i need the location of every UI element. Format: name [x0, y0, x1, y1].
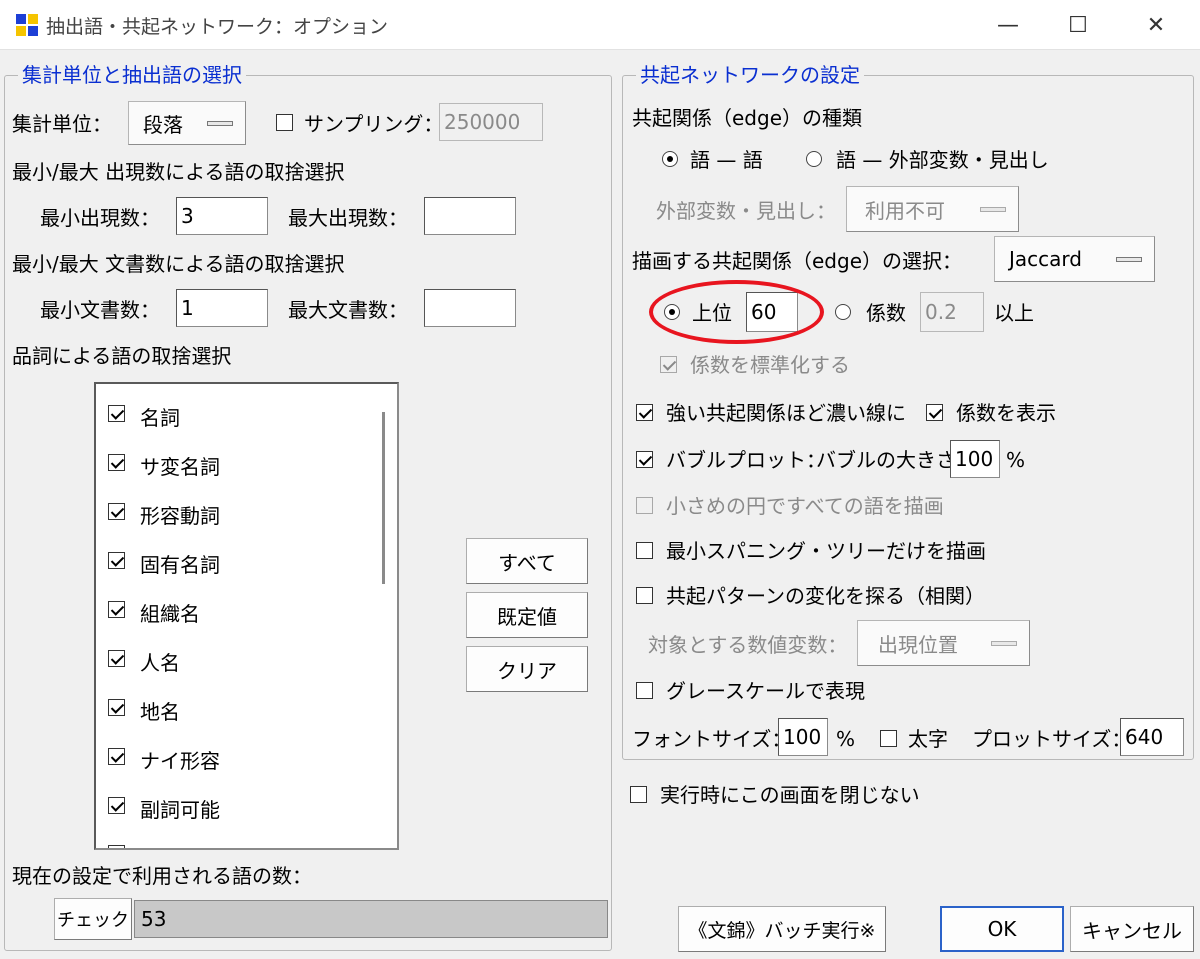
target-var-label: 対象とする数値変数： [648, 633, 848, 657]
edge-select-menu-button[interactable]: Jaccard [994, 236, 1155, 282]
pos-checkbox[interactable] [108, 748, 125, 765]
unit-value: 段落 [143, 112, 183, 137]
bubble-size-input[interactable] [950, 440, 1000, 478]
bubble-size-unit: % [1006, 448, 1026, 472]
max-doc-input[interactable] [424, 289, 516, 327]
max-doc-label: 最大文書数： [288, 298, 408, 322]
close-icon[interactable]: ✕ [1124, 0, 1188, 50]
app-icon [16, 14, 38, 36]
bubble-size-label: バブルの大きさ [816, 448, 956, 472]
bold-checkbox[interactable] [880, 730, 897, 747]
menu-indicator-icon [207, 121, 233, 126]
right-group-title: 共起ネットワークの設定 [636, 63, 864, 87]
edge-select-label: 描画する共起関係（edge）の選択： [632, 249, 962, 273]
check-button[interactable]: チェック [54, 898, 132, 940]
ok-button[interactable]: OK [940, 906, 1064, 952]
target-var-menu-button[interactable]: 出現位置 [857, 620, 1030, 666]
pos-checkbox[interactable] [108, 650, 125, 667]
clear-button[interactable]: クリア [466, 646, 588, 692]
min-freq-input[interactable] [176, 197, 268, 235]
grayscale-label: グレースケールで表現 [666, 679, 865, 703]
word-count-field: 53 [134, 900, 608, 938]
min-doc-label: 最小文書数： [40, 298, 160, 322]
unit-menu-button[interactable]: 段落 [128, 101, 246, 145]
standardize-checkbox[interactable] [660, 356, 677, 373]
pos-checkbox[interactable] [108, 454, 125, 471]
menu-indicator-icon [991, 641, 1017, 646]
coef-suffix: 以上 [994, 301, 1034, 325]
count-label: 現在の設定で利用される語の数： [12, 864, 312, 888]
window-title: 抽出語・共起ネットワーク：オプション [46, 16, 389, 38]
pos-checkbox[interactable] [108, 845, 125, 848]
font-size-input[interactable] [778, 718, 828, 756]
coef-input[interactable] [920, 292, 984, 332]
font-size-label: フォントサイズ： [632, 727, 792, 751]
pos-list[interactable]: 名詞 サ変名詞 形容動詞 固有名詞 組織名 人名 地名 ナイ形容 副詞可能 [94, 382, 399, 850]
mst-checkbox[interactable] [636, 542, 653, 559]
small-circle-label: 小さめの円ですべての語を描画 [666, 494, 944, 518]
menu-indicator-icon [980, 207, 1006, 212]
mst-label: 最小スパニング・ツリーだけを描画 [666, 539, 986, 563]
strong-edge-checkbox[interactable] [636, 404, 653, 421]
pos-checkbox[interactable] [108, 797, 125, 814]
show-coef-checkbox[interactable] [926, 404, 943, 421]
pattern-checkbox[interactable] [636, 587, 653, 604]
default-button[interactable]: 既定値 [466, 592, 588, 638]
radio-word-word[interactable] [662, 151, 678, 167]
show-coef-label: 係数を表示 [956, 401, 1056, 425]
scrollbar-thumb[interactable] [382, 412, 385, 584]
min-freq-label: 最小出現数： [40, 206, 160, 230]
bold-label: 太字 [908, 727, 948, 751]
bubble-plot-label: バブルプロット： [666, 448, 826, 472]
doc-heading: 最小/最大 文書数による語の取捨選択 [12, 252, 345, 276]
freq-heading: 最小/最大 出現数による語の取捨選択 [12, 160, 345, 184]
pattern-label: 共起パターンの変化を探る（相関） [666, 584, 985, 608]
ext-var-menu-button[interactable]: 利用不可 [846, 186, 1019, 232]
radio-coefficient[interactable] [835, 304, 851, 320]
strong-edge-label: 強い共起関係ほど濃い線に [666, 401, 906, 425]
edge-type-label: 共起関係（edge）の種類 [632, 106, 862, 130]
max-freq-label: 最大出現数： [288, 206, 408, 230]
min-doc-input[interactable] [176, 289, 268, 327]
select-all-button[interactable]: すべて [466, 538, 588, 584]
left-group-title: 集計単位と抽出語の選択 [18, 63, 246, 87]
maximize-icon[interactable]: ☐ [1046, 0, 1110, 50]
ext-var-label: 外部変数・見出し： [656, 199, 836, 223]
red-highlight-circle [649, 280, 824, 344]
font-size-unit: % [836, 727, 856, 751]
pos-checkbox[interactable] [108, 699, 125, 716]
target-var-value: 出現位置 [878, 632, 958, 657]
ext-var-value: 利用不可 [865, 198, 945, 223]
pos-checkbox[interactable] [108, 405, 125, 422]
grayscale-checkbox[interactable] [636, 682, 653, 699]
radio-word-word-label: 語 — 語 [690, 148, 763, 172]
plot-size-input[interactable] [1120, 718, 1184, 756]
max-freq-input[interactable] [424, 197, 516, 235]
keep-open-checkbox[interactable] [630, 786, 647, 803]
pos-heading: 品詞による語の取捨選択 [12, 344, 232, 368]
bubble-plot-checkbox[interactable] [636, 451, 653, 468]
pos-checkbox[interactable] [108, 601, 125, 618]
cancel-button[interactable]: キャンセル [1070, 906, 1194, 952]
pos-checkbox[interactable] [108, 503, 125, 520]
edge-select-value: Jaccard [1009, 247, 1082, 271]
plot-size-label: プロットサイズ： [972, 727, 1132, 751]
keep-open-label: 実行時にこの画面を閉じない [660, 783, 920, 807]
menu-indicator-icon [1116, 257, 1142, 262]
sampling-label: サンプリング： [304, 112, 444, 136]
radio-word-variable[interactable] [806, 151, 822, 167]
title-bar: 抽出語・共起ネットワーク：オプション — ☐ ✕ [0, 0, 1200, 50]
small-circle-checkbox[interactable] [636, 497, 653, 514]
radio-word-variable-label: 語 — 外部変数・見出し [836, 148, 1049, 172]
sampling-checkbox[interactable] [276, 114, 293, 131]
unit-label: 集計単位： [12, 112, 112, 136]
sampling-input[interactable] [439, 103, 543, 141]
batch-run-button[interactable]: 《文錦》バッチ実行※ [678, 906, 886, 952]
pos-checkbox[interactable] [108, 552, 125, 569]
standardize-label: 係数を標準化する [690, 353, 850, 377]
coef-label: 係数 [866, 301, 906, 325]
minimize-icon[interactable]: — [976, 0, 1040, 50]
